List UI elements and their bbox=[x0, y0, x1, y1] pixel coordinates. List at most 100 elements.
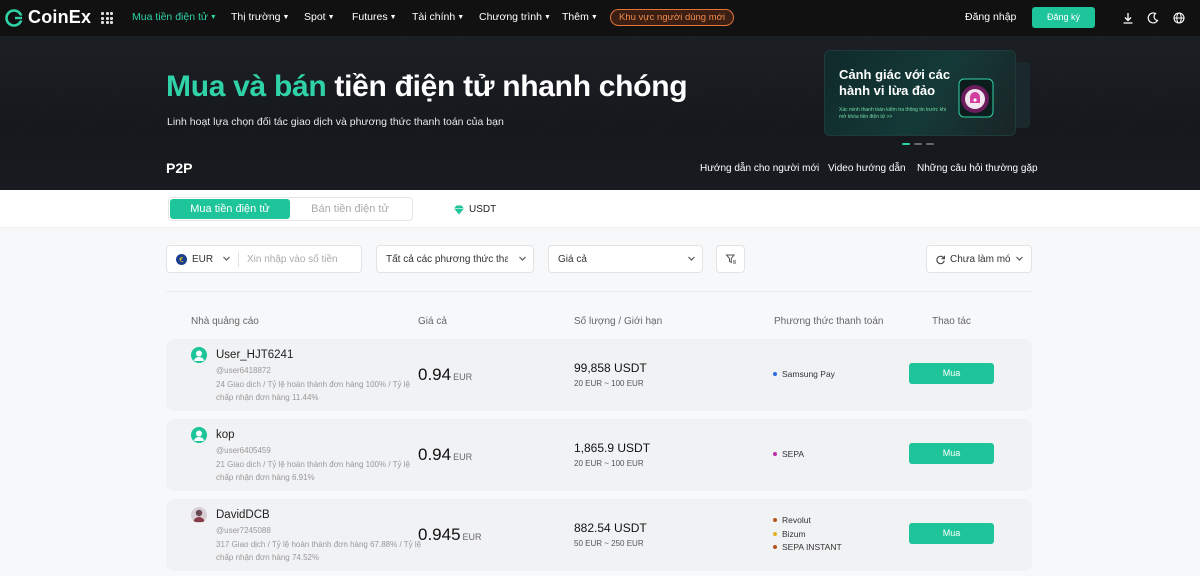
header-payment-method: Phương thức thanh toán bbox=[774, 316, 884, 327]
advertiser-name[interactable]: User_HJT6241 bbox=[216, 349, 293, 361]
tab-buy-crypto[interactable]: Mua tiền điện tử bbox=[170, 199, 290, 219]
table-row: User_HJT6241 @user6418872 24 Giao dịch /… bbox=[166, 339, 1032, 411]
hero-title: Mua và bán tiền điện tử nhanh chóng bbox=[166, 70, 688, 103]
buy-button[interactable]: Mua bbox=[909, 523, 994, 544]
hero-section: Mua và bán tiền điện tử nhanh chóng Linh… bbox=[0, 36, 1200, 190]
refresh-value: Chưa làm mới bbox=[950, 254, 1010, 265]
currency-select[interactable]: EUR bbox=[192, 254, 213, 265]
chevron-down-icon[interactable] bbox=[222, 254, 231, 263]
svg-text:€: € bbox=[179, 256, 183, 264]
signup-button[interactable]: Đăng ký bbox=[1032, 7, 1095, 28]
buy-sell-toggle: Mua tiền điện tử Bán tiền điện tử bbox=[168, 197, 413, 221]
avatar[interactable] bbox=[191, 347, 207, 363]
faq-link[interactable]: Những câu hỏi thường gặp bbox=[917, 163, 1038, 174]
refresh-select[interactable]: Chưa làm mới bbox=[926, 245, 1032, 273]
chevron-down-icon bbox=[688, 256, 695, 261]
header-quantity-limit: Số lượng / Giới hạn bbox=[574, 316, 663, 327]
chevron-down-icon: ▼ bbox=[209, 14, 217, 21]
price-value: 0.945 EUR bbox=[418, 525, 482, 544]
tab-sell-crypto[interactable]: Bán tiền điện tử bbox=[290, 199, 410, 219]
carousel-dots[interactable] bbox=[902, 143, 934, 145]
chevron-down-icon: ▼ bbox=[389, 14, 397, 21]
advertiser-stats: 24 Giao dịch / Tỷ lệ hoàn thành đơn hàng… bbox=[216, 380, 410, 402]
amount-input[interactable]: Xin nhập vào số tiền bbox=[247, 254, 338, 265]
header-price: Giá cả bbox=[418, 316, 447, 327]
advertiser-id: @user6418872 bbox=[216, 366, 271, 375]
quantity-value: 882.54 USDT bbox=[574, 521, 647, 535]
header-action: Thao tác bbox=[932, 316, 971, 327]
coinex-logo-icon bbox=[5, 8, 24, 27]
advertiser-stats: 21 Giao dịch / Tỷ lệ hoàn thành đơn hàng… bbox=[216, 460, 410, 482]
advertiser-name[interactable]: kop bbox=[216, 429, 235, 441]
quantity-value: 99,858 USDT bbox=[574, 361, 647, 375]
nav-spot[interactable]: Spot ▼ bbox=[304, 11, 335, 23]
buy-button[interactable]: Mua bbox=[909, 363, 994, 384]
nav-more[interactable]: Thêm ▼ bbox=[562, 11, 598, 23]
banner-subtitle: Xác minh thanh toán kiểm tra thông tin t… bbox=[839, 107, 946, 120]
price-value: 0.94 EUR bbox=[418, 365, 473, 384]
sort-value: Giá cả bbox=[558, 254, 587, 265]
nav-programs[interactable]: Chương trình ▼ bbox=[479, 11, 551, 23]
advertiser-id: @user7245088 bbox=[216, 526, 271, 535]
top-navbar: CoinEx Mua tiền điện tử ▼ Thị trường ▼ Spo… bbox=[0, 0, 1200, 36]
logo-text: CoinEx bbox=[28, 7, 92, 27]
video-guide-link[interactable]: Video hướng dẫn bbox=[828, 163, 906, 174]
globe-icon[interactable] bbox=[1172, 11, 1186, 25]
limit-value: 20 EUR ~ 100 EUR bbox=[574, 459, 644, 468]
sort-select[interactable]: Giá cả bbox=[548, 245, 703, 273]
advertiser-stats: 317 Giao dịch / Tỷ lệ hoàn thành đơn hàn… bbox=[216, 540, 422, 562]
usdt-diamond-icon bbox=[454, 205, 464, 214]
coinex-logo[interactable]: CoinEx bbox=[4, 7, 91, 28]
euro-flag-icon: € bbox=[176, 254, 187, 265]
user-photo-avatar-icon bbox=[191, 507, 207, 523]
login-link[interactable]: Đăng nhập bbox=[965, 11, 1016, 23]
price-value: 0.94 EUR bbox=[418, 445, 473, 464]
limit-value: 20 EUR ~ 100 EUR bbox=[574, 379, 644, 388]
chevron-down-icon: ▼ bbox=[543, 14, 551, 21]
user-avatar-icon bbox=[191, 347, 207, 363]
nav-markets[interactable]: Thị trường ▼ bbox=[231, 11, 289, 23]
refresh-icon bbox=[936, 255, 945, 265]
chevron-down-icon bbox=[1016, 256, 1023, 261]
limit-value: 50 EUR ~ 250 EUR bbox=[574, 539, 644, 548]
chevron-down-icon: ▼ bbox=[590, 14, 598, 21]
buy-button[interactable]: Mua bbox=[909, 443, 994, 464]
banner-title: Cảnh giác với các hành vi lừa đảo bbox=[839, 67, 951, 98]
avatar[interactable] bbox=[191, 507, 207, 523]
chevron-down-icon bbox=[519, 256, 526, 261]
quantity-value: 1,865.9 USDT bbox=[574, 441, 651, 455]
nav-futures[interactable]: Futures ▼ bbox=[352, 11, 397, 23]
promo-banner[interactable]: Cảnh giác với các hành vi lừa đảo Xác mi… bbox=[824, 50, 1016, 136]
payment-method-value: Tất cả các phương thức thanh toán bbox=[386, 254, 508, 265]
beginner-guide-link[interactable]: Hướng dẫn cho người mới bbox=[700, 163, 819, 174]
download-icon[interactable] bbox=[1121, 11, 1135, 25]
header-advertiser: Nhà quảng cáo bbox=[191, 316, 259, 327]
user-avatar-icon bbox=[191, 427, 207, 443]
payment-method: Samsung Pay bbox=[773, 369, 835, 379]
scam-alert-illustration-icon bbox=[958, 78, 994, 118]
nav-finance[interactable]: Tài chính ▼ bbox=[412, 11, 464, 23]
advertiser-id: @user6405459 bbox=[216, 446, 271, 455]
trade-tabs-bar: Mua tiền điện tử Bán tiền điện tử bbox=[0, 190, 1200, 228]
new-user-zone-button[interactable]: Khu vực người dùng mới bbox=[610, 9, 734, 26]
advertiser-name[interactable]: DavidDCB bbox=[216, 509, 270, 521]
moon-icon[interactable] bbox=[1146, 11, 1160, 25]
payment-method-select[interactable]: Tất cả các phương thức thanh toán bbox=[376, 245, 534, 273]
hero-subtitle: Linh hoạt lựa chọn đối tác giao dịch và … bbox=[167, 116, 504, 128]
payment-method: SEPA INSTANT bbox=[773, 542, 842, 552]
filters-divider bbox=[166, 291, 1032, 292]
table-row: DavidDCB @user7245088 317 Giao dịch / Tỷ… bbox=[166, 499, 1032, 571]
apps-grid-icon[interactable] bbox=[101, 12, 113, 24]
advanced-filter-button[interactable] bbox=[716, 245, 745, 273]
payment-method: Revolut bbox=[773, 515, 811, 525]
avatar[interactable] bbox=[191, 427, 207, 443]
coin-tab-usdt[interactable]: USDT bbox=[453, 204, 496, 215]
amount-filter: € EUR Xin nhập vào số tiền bbox=[166, 245, 362, 273]
nav-buy-crypto[interactable]: Mua tiền điện tử ▼ bbox=[132, 11, 217, 23]
chevron-down-icon: ▼ bbox=[457, 14, 465, 21]
payment-method: SEPA bbox=[773, 449, 804, 459]
table-row: kop @user6405459 21 Giao dịch / Tỷ lệ ho… bbox=[166, 419, 1032, 491]
payment-method: Bizum bbox=[773, 529, 806, 539]
chevron-down-icon: ▼ bbox=[282, 14, 290, 21]
p2p-section-title: P2P bbox=[166, 160, 193, 176]
